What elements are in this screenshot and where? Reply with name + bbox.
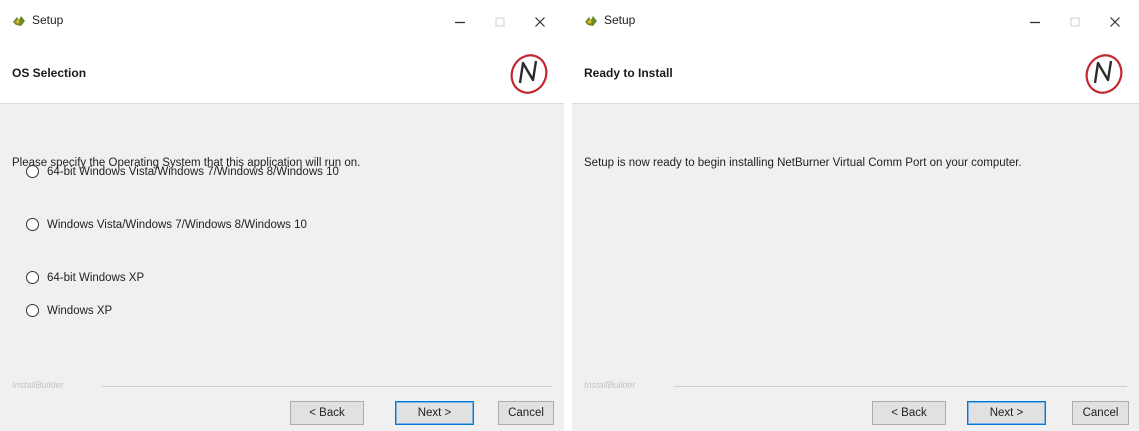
cancel-button[interactable]: Cancel <box>1072 401 1129 425</box>
title-bar[interactable]: Setup <box>0 0 564 44</box>
radio-label: 64-bit Windows Vista/Windows 7/Windows 8… <box>47 165 339 178</box>
back-button[interactable]: < Back <box>872 401 946 425</box>
netburner-logo <box>506 50 552 96</box>
content-area: Please specify the Operating System that… <box>0 105 564 375</box>
brand-divider: InstallBuilder <box>12 380 552 394</box>
radio-label: 64-bit Windows XP <box>47 271 145 284</box>
netburner-logo <box>1081 50 1127 96</box>
os-option-64bit-vista-10[interactable]: 64-bit Windows Vista/Windows 7/Windows 8… <box>26 165 339 178</box>
brand-divider: InstallBuilder <box>584 380 1127 394</box>
radio-button[interactable] <box>26 218 39 231</box>
cancel-button[interactable]: Cancel <box>498 401 554 425</box>
next-button[interactable]: Next > <box>967 401 1046 425</box>
page-header: OS Selection <box>0 44 564 104</box>
next-button[interactable]: Next > <box>395 401 474 425</box>
os-option-64bit-xp[interactable]: 64-bit Windows XP <box>26 271 144 284</box>
ready-to-install-window: Setup Ready to Install Setup is now read… <box>572 0 1139 431</box>
radio-button[interactable] <box>26 165 39 178</box>
close-icon[interactable] <box>1095 8 1135 36</box>
radio-button[interactable] <box>26 304 39 317</box>
ready-message: Setup is now ready to begin installing N… <box>584 157 1022 169</box>
divider-line <box>674 386 1127 387</box>
divider-line <box>102 386 552 387</box>
window-title: Setup <box>604 13 636 27</box>
os-option-vista-10[interactable]: Windows Vista/Windows 7/Windows 8/Window… <box>26 218 307 231</box>
brand-label: InstallBuilder <box>584 380 640 390</box>
page-header: Ready to Install <box>572 44 1139 104</box>
minimize-icon[interactable] <box>440 8 480 36</box>
close-icon[interactable] <box>520 8 560 36</box>
os-option-xp[interactable]: Windows XP <box>26 304 112 317</box>
window-title: Setup <box>32 13 64 27</box>
maximize-icon <box>480 8 520 36</box>
maximize-icon <box>1055 8 1095 36</box>
app-icon <box>12 15 26 27</box>
brand-label: InstallBuilder <box>12 380 68 390</box>
radio-label: Windows XP <box>47 304 113 317</box>
radio-label: Windows Vista/Windows 7/Windows 8/Window… <box>47 218 307 231</box>
radio-button[interactable] <box>26 271 39 284</box>
title-bar[interactable]: Setup <box>572 0 1139 44</box>
content-area: Setup is now ready to begin installing N… <box>572 105 1139 375</box>
page-title: Ready to Install <box>584 66 673 80</box>
page-title: OS Selection <box>12 66 87 80</box>
os-selection-window: Setup OS Selection Please specify the Op… <box>0 0 564 431</box>
minimize-icon[interactable] <box>1015 8 1055 36</box>
back-button[interactable]: < Back <box>290 401 364 425</box>
app-icon <box>584 15 598 27</box>
